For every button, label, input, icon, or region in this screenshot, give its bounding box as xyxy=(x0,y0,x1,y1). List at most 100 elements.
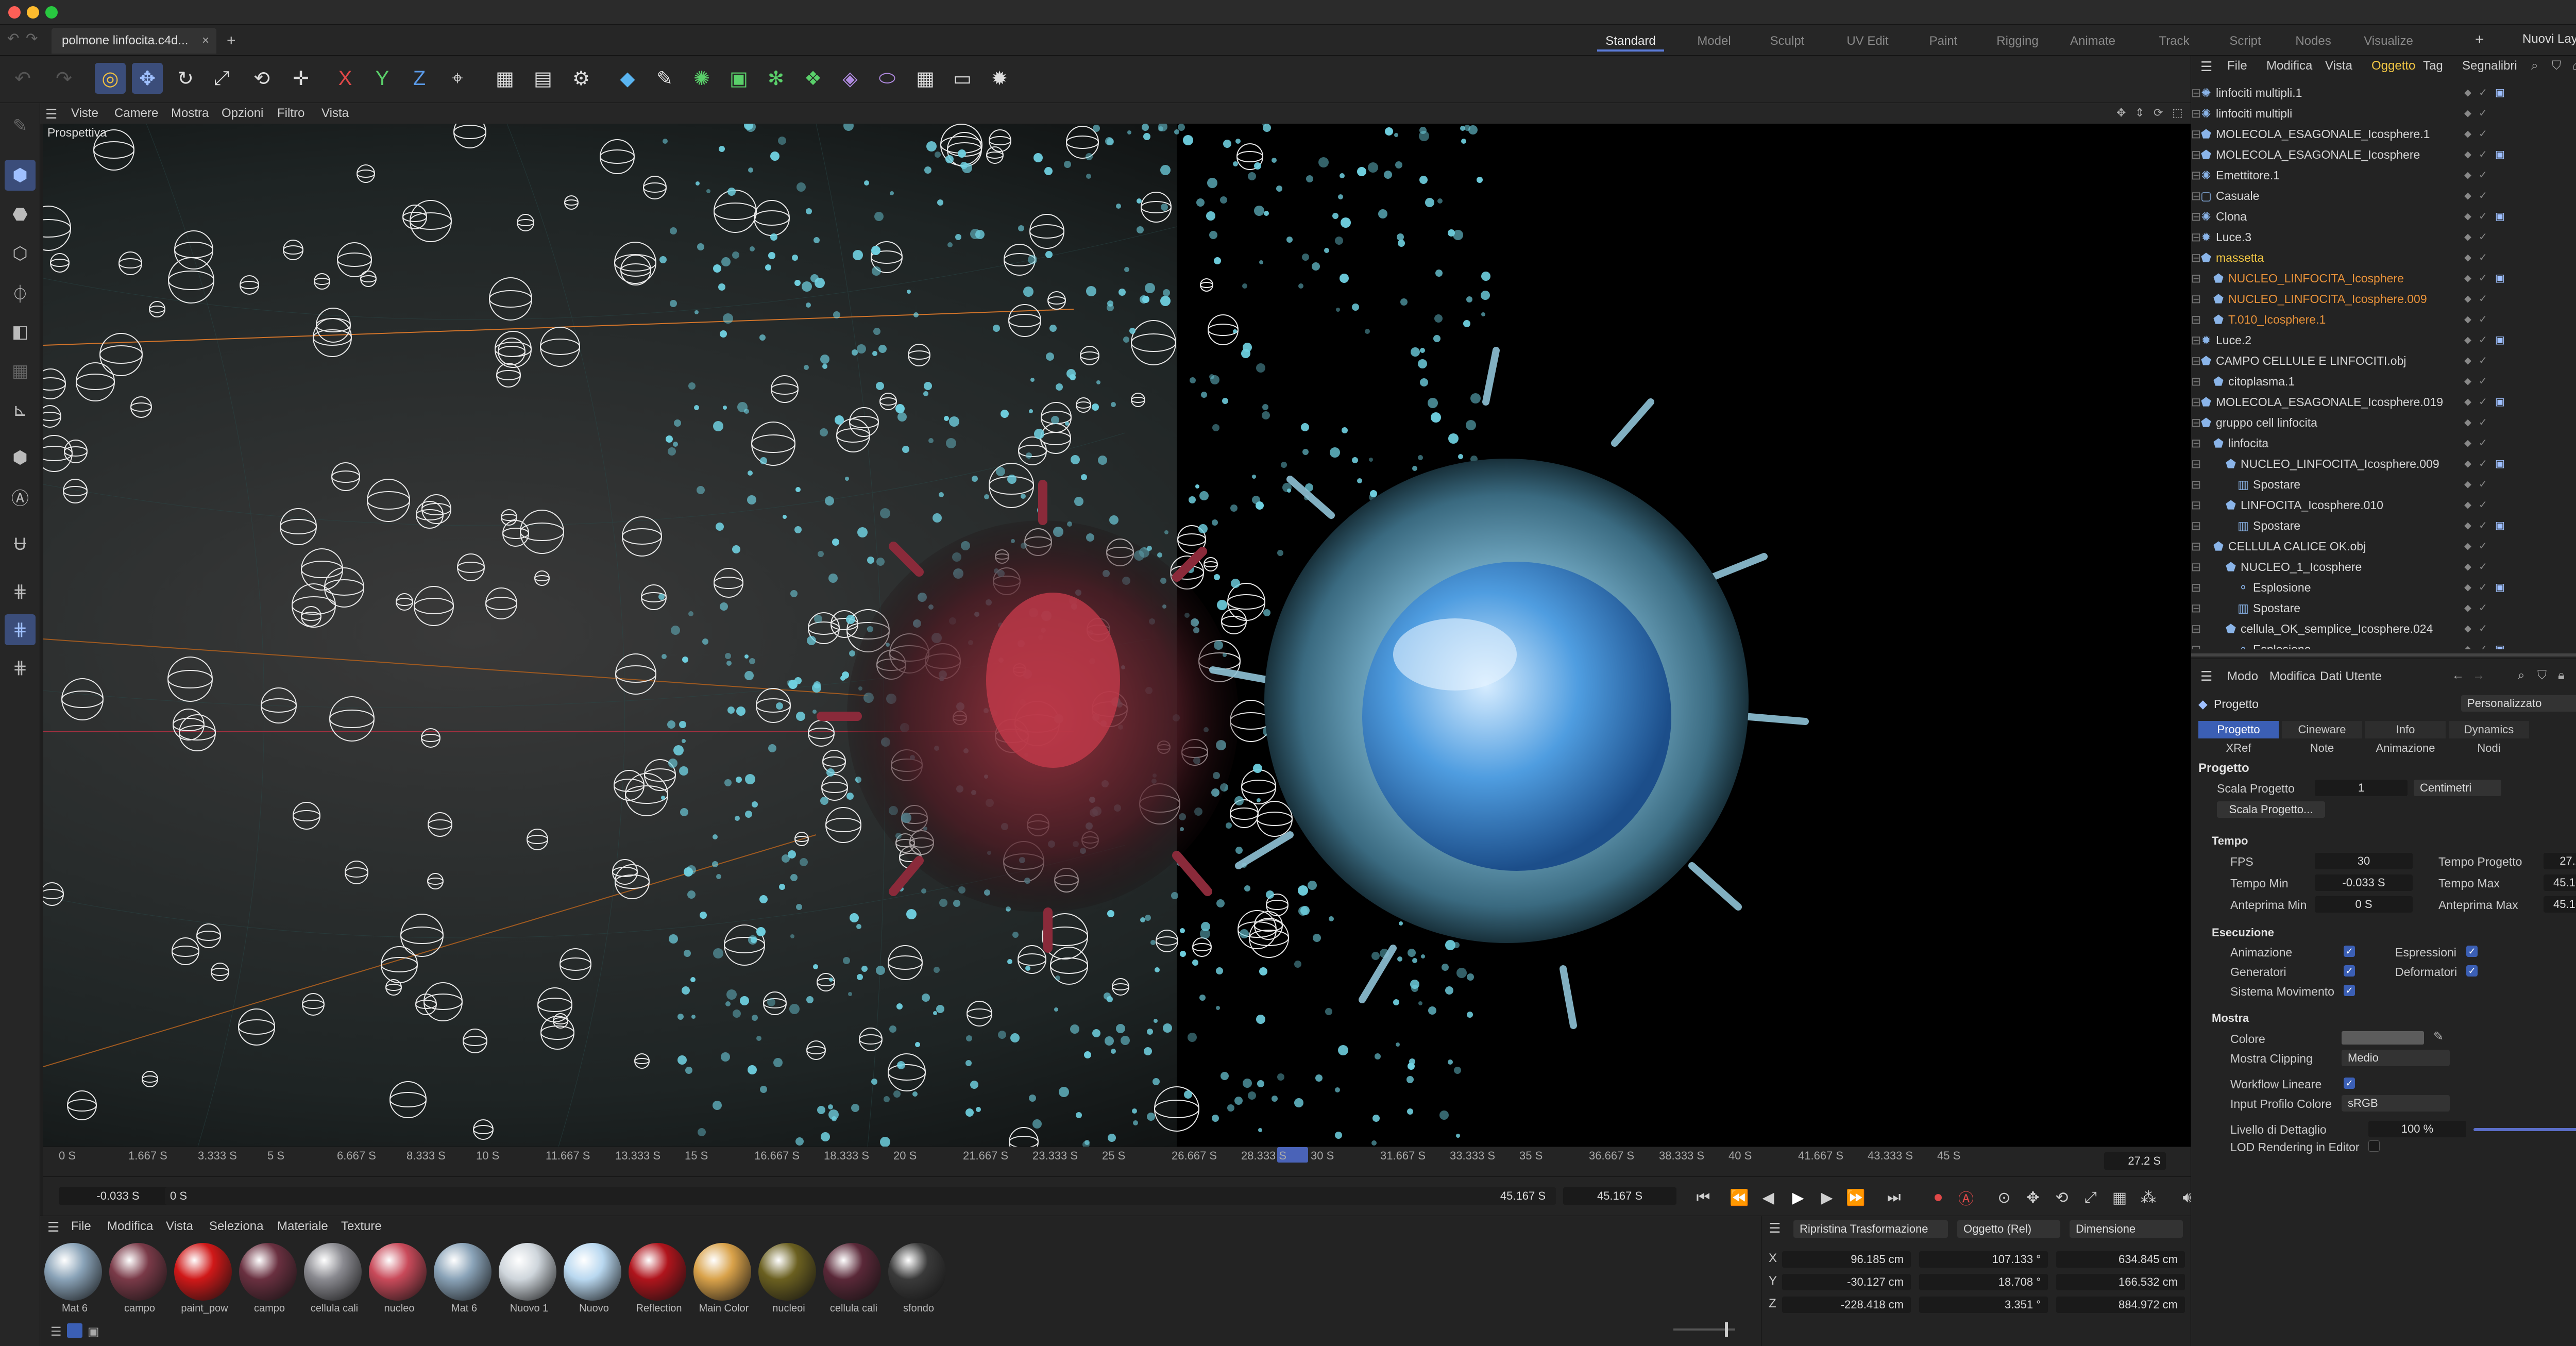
minimize-window-button[interactable] xyxy=(27,6,39,19)
attr-filter-icon[interactable]: ⛉ xyxy=(2537,668,2547,683)
enable-checkmark-icon[interactable]: ✓ xyxy=(2479,247,2487,268)
list-view-icon[interactable]: ☰ xyxy=(50,1324,62,1339)
visibility-icon[interactable]: ⬥ xyxy=(2464,515,2471,536)
attr-tab-info[interactable]: Info xyxy=(2365,721,2446,738)
visibility-icon[interactable]: ⬥ xyxy=(2464,124,2471,144)
tag-icon[interactable]: ▣ xyxy=(2495,392,2505,412)
enable-checkmark-icon[interactable]: ✓ xyxy=(2479,577,2487,598)
object-row[interactable]: ⊟✺ Emettitore.1 ⬥ ✓ xyxy=(2191,165,2576,186)
zoom-icon[interactable]: ⇕ xyxy=(2135,106,2144,120)
magnet-icon[interactable]: Ʉ xyxy=(5,529,36,560)
objects-menu-modifica[interactable]: Modifica xyxy=(2266,59,2312,73)
attr-menu-dati-utente[interactable]: Dati Utente xyxy=(2320,669,2382,684)
object-row[interactable]: ⊟⬟ MOLECOLA_ESAGONALE_Icosphere.019 ⬥ ✓ ▣ xyxy=(2191,392,2576,412)
tag-icon[interactable]: ▣ xyxy=(2495,639,2505,649)
animation-checkbox[interactable]: ✓ xyxy=(2344,946,2355,957)
move-tool-icon[interactable]: ✥ xyxy=(132,63,163,94)
layout-tab-standard[interactable]: Standard xyxy=(1597,31,1664,52)
orbit-icon[interactable]: ⟳ xyxy=(2154,106,2163,120)
keyframe-selection-icon[interactable]: ⊙ xyxy=(1993,1186,2015,1209)
layout-tab-rigging[interactable]: Rigging xyxy=(1987,31,2048,52)
scale-unit-dropdown[interactable]: Centimetri xyxy=(2414,780,2501,796)
object-row[interactable]: ⊟⬟ gruppo cell linfocita ⬥ ✓ xyxy=(2191,412,2576,433)
material-swatch[interactable]: campo xyxy=(239,1243,300,1320)
attr-tab-nodi[interactable]: Nodi xyxy=(2449,739,2529,757)
object-row[interactable]: ⊟✺ linfociti multipli ⬥ ✓ xyxy=(2191,103,2576,124)
enable-checkmark-icon[interactable]: ✓ xyxy=(2479,536,2487,557)
material-swatch[interactable]: nucleoi xyxy=(758,1243,819,1320)
objects-menu-vista[interactable]: Vista xyxy=(2325,59,2352,73)
rotate-tool-icon[interactable]: ↻ xyxy=(170,63,201,94)
mograph-icon[interactable]: ✻ xyxy=(760,63,791,94)
home-icon[interactable]: ⌂ xyxy=(2572,59,2576,73)
3d-viewport[interactable]: Prospettiva xyxy=(43,124,2191,1147)
clipping-dropdown[interactable]: Medio xyxy=(2342,1050,2450,1066)
visibility-icon[interactable]: ⬥ xyxy=(2464,206,2471,227)
material-menu-seleziona[interactable]: Seleziona xyxy=(209,1219,263,1234)
large-view-icon[interactable]: ▣ xyxy=(88,1324,99,1339)
object-row[interactable]: ⊟ ▥ Spostare ⬥ ✓ xyxy=(2191,598,2576,618)
object-row[interactable]: ⊟⬟ MOLECOLA_ESAGONALE_Icosphere.1 ⬥ ✓ xyxy=(2191,124,2576,144)
attr-menu-modifica[interactable]: Modifica xyxy=(2269,669,2315,684)
position-field[interactable]: 96.185 cm xyxy=(1782,1251,1911,1268)
thumbnail-size-handle[interactable] xyxy=(1725,1322,1728,1337)
snap-icon[interactable]: ⋕ xyxy=(5,576,36,607)
attributes-hamburger-icon[interactable]: ☰ xyxy=(2200,668,2212,684)
object-row[interactable]: ⊟⬟ massetta ⬥ ✓ xyxy=(2191,247,2576,268)
attr-tab-note[interactable]: Note xyxy=(2282,739,2362,757)
back-arrow-icon[interactable]: ← xyxy=(2452,668,2464,683)
filter-icon[interactable]: ⛉ xyxy=(2552,59,2561,73)
enable-checkmark-icon[interactable]: ✓ xyxy=(2479,350,2487,371)
material-menu-texture[interactable]: Texture xyxy=(341,1219,382,1234)
material-menu-materiale[interactable]: Materiale xyxy=(277,1219,328,1234)
field-icon[interactable]: ⬭ xyxy=(872,63,903,94)
display-section-title[interactable]: Mostra xyxy=(2212,1012,2249,1025)
material-swatch[interactable]: paint_pow xyxy=(174,1243,235,1320)
enable-checkmark-icon[interactable]: ✓ xyxy=(2479,330,2487,350)
visibility-icon[interactable]: ⬥ xyxy=(2464,165,2471,186)
object-row[interactable]: ⊟ ⬟ LINFOCITA_Icosphere.010 ⬥ ✓ xyxy=(2191,495,2576,515)
object-row[interactable]: ⊟ ⬟ T.010_Icosphere.1 ⬥ ✓ xyxy=(2191,309,2576,330)
add-layout-button[interactable]: + xyxy=(2475,31,2484,48)
forward-arrow-icon[interactable]: → xyxy=(2472,668,2485,683)
maximize-view-icon[interactable]: ⬚ xyxy=(2172,106,2183,120)
light-icon[interactable]: ✹ xyxy=(984,63,1015,94)
visibility-icon[interactable]: ⬥ xyxy=(2464,495,2471,515)
visibility-icon[interactable]: ⬥ xyxy=(2464,268,2471,289)
enable-checkmark-icon[interactable]: ✓ xyxy=(2479,309,2487,330)
attr-tab-dynamics[interactable]: Dynamics xyxy=(2449,721,2529,738)
transform-tool-icon[interactable]: ⟲ xyxy=(246,63,277,94)
render-picture-viewer-icon[interactable]: ▤ xyxy=(528,63,558,94)
viewport-hamburger-icon[interactable]: ☰ xyxy=(45,106,57,122)
tempo-section-title[interactable]: Tempo xyxy=(2212,834,2248,848)
key-pla-icon[interactable]: ⁂ xyxy=(2137,1186,2160,1209)
redo-icon[interactable]: ↷ xyxy=(26,30,38,47)
generator-icon[interactable]: ✺ xyxy=(686,63,717,94)
layout-tab-animate[interactable]: Animate xyxy=(2057,31,2129,52)
visibility-icon[interactable]: ⬥ xyxy=(2464,227,2471,247)
enable-checkmark-icon[interactable]: ✓ xyxy=(2479,82,2487,103)
cube-object-icon[interactable]: ◆ xyxy=(612,63,643,94)
object-row[interactable]: ⊟ ⬟ citoplasma.1 ⬥ ✓ xyxy=(2191,371,2576,392)
key-scale-icon[interactable]: ⤢ xyxy=(2079,1186,2102,1209)
layout-tab-uv-edit[interactable]: UV Edit xyxy=(1834,31,1901,52)
objects-menu-file[interactable]: File xyxy=(2227,59,2247,73)
enable-checkmark-icon[interactable]: ✓ xyxy=(2479,268,2487,289)
close-tab-icon[interactable]: × xyxy=(202,28,209,54)
scale-project-button[interactable]: Scala Progetto... xyxy=(2217,801,2325,818)
material-swatch[interactable]: Reflection xyxy=(629,1243,689,1320)
enable-checkmark-icon[interactable]: ✓ xyxy=(2479,433,2487,453)
material-menu-vista[interactable]: Vista xyxy=(166,1219,193,1234)
color-swatch[interactable] xyxy=(2342,1031,2424,1045)
object-row[interactable]: ⊟✹ Luce.3 ⬥ ✓ xyxy=(2191,227,2576,247)
uv-mode-icon[interactable]: ▦ xyxy=(5,356,36,386)
cloner-icon[interactable]: ❖ xyxy=(798,63,828,94)
attr-tab-cineware[interactable]: Cineware xyxy=(2282,721,2362,738)
viewport-menu-opzioni[interactable]: Opzioni xyxy=(222,103,263,124)
visibility-icon[interactable]: ⬥ xyxy=(2464,453,2471,474)
attr-search-icon[interactable]: ⌕ xyxy=(2518,668,2524,683)
lod-slider[interactable] xyxy=(2473,1128,2576,1131)
attr-tab-xref[interactable]: XRef xyxy=(2198,739,2279,757)
visibility-icon[interactable]: ⬥ xyxy=(2464,412,2471,433)
enable-checkmark-icon[interactable]: ✓ xyxy=(2479,392,2487,412)
